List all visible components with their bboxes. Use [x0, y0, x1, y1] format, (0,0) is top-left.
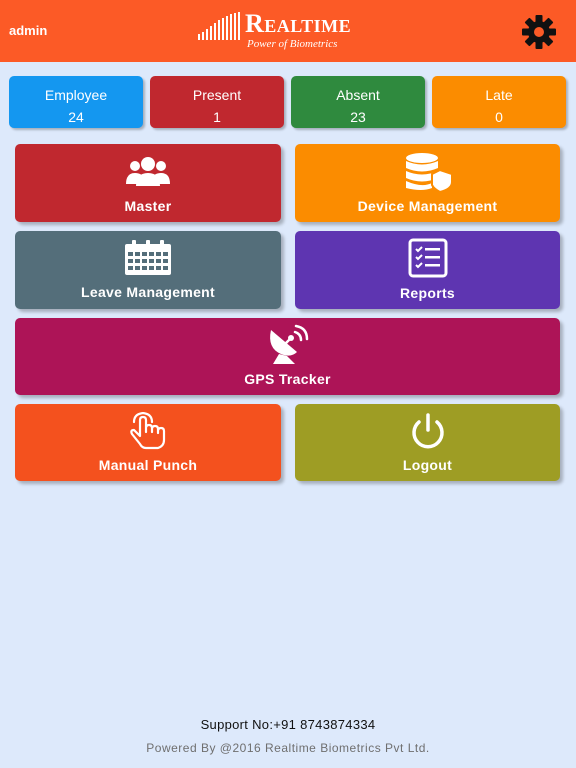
stat-absent: Absent 23 [291, 76, 425, 128]
reports-button[interactable]: Reports [295, 231, 560, 309]
stat-employee: Employee 24 [9, 76, 143, 128]
manual-punch-button[interactable]: Manual Punch [15, 404, 281, 481]
stat-label: Present [192, 87, 242, 103]
signal-bars-logo-icon [198, 12, 240, 40]
stat-late: Late 0 [432, 76, 566, 128]
tile-label: Master [124, 198, 172, 214]
stat-label: Late [485, 87, 513, 103]
stat-label: Employee [44, 87, 108, 103]
checklist-icon [408, 238, 447, 278]
stat-present: Present 1 [150, 76, 284, 128]
stat-value: 0 [495, 109, 503, 125]
database-shield-icon [405, 153, 453, 192]
logo-tagline: Power of Biometrics [247, 38, 338, 50]
stat-label: Absent [336, 87, 380, 103]
satellite-dish-icon [269, 324, 308, 364]
power-icon [411, 413, 444, 449]
stat-value: 1 [213, 109, 221, 125]
powered-by: Powered By @2016 Realtime Biometrics Pvt… [146, 741, 430, 755]
tile-label: GPS Tracker [244, 371, 331, 387]
stat-value: 24 [68, 109, 84, 125]
hand-pointer-icon [130, 412, 166, 450]
stat-value: 23 [350, 109, 366, 125]
gear-icon[interactable] [520, 14, 558, 50]
tile-label: Logout [402, 457, 453, 473]
username-label: admin [9, 23, 48, 38]
app-header: admin Realtime Power of Biometrics [0, 0, 576, 62]
support-number: Support No:+91 8743874334 [200, 717, 376, 732]
tile-label: Leave Management [81, 284, 215, 300]
device-management-button[interactable]: Device Management [295, 144, 560, 222]
leave-management-button[interactable]: Leave Management [15, 231, 281, 309]
gps-tracker-button[interactable]: GPS Tracker [15, 318, 560, 395]
users-icon [126, 157, 170, 186]
calendar-icon [125, 240, 171, 275]
logout-button[interactable]: Logout [295, 404, 560, 481]
tile-label: Reports [400, 285, 455, 301]
realtime-logo: Realtime Power of Biometrics [198, 9, 378, 53]
master-button[interactable]: Master [15, 144, 281, 222]
tile-label: Device Management [357, 198, 498, 214]
tile-label: Manual Punch [98, 457, 198, 473]
logo-title: Realtime [245, 9, 352, 38]
